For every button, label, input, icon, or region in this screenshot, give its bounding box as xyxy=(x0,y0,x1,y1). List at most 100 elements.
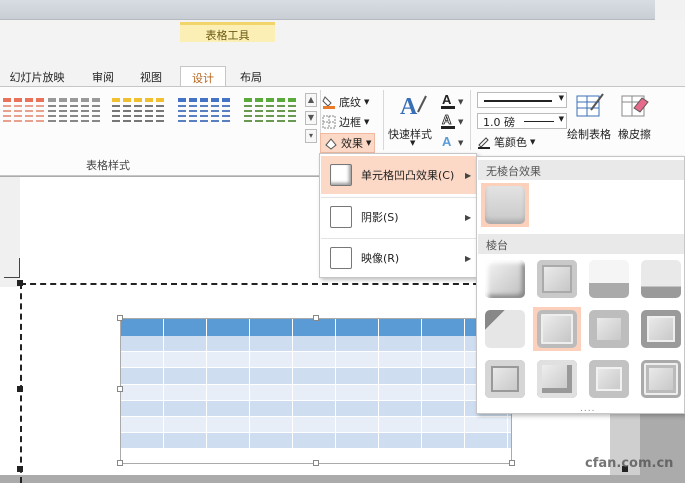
resize-handle[interactable] xyxy=(17,466,23,472)
eraser-icon[interactable] xyxy=(620,92,650,120)
ribbon-separator xyxy=(383,90,384,150)
bevel-swatch xyxy=(589,260,629,298)
pen-weight-line xyxy=(524,121,554,122)
bevel-option-relaxed-inset[interactable] xyxy=(533,257,581,301)
menu-item-label: 阴影(S) xyxy=(361,211,399,224)
resize-handle[interactable] xyxy=(17,280,23,286)
text-outline-icon[interactable]: A ▼ xyxy=(440,112,466,130)
border-button[interactable]: 边框 ▼ xyxy=(322,113,369,131)
table-row xyxy=(121,384,511,401)
svg-text:▼: ▼ xyxy=(458,98,464,106)
draw-table-icon[interactable] xyxy=(575,92,605,120)
gallery-more-icon[interactable]: ▾ xyxy=(305,129,317,143)
pen-style-line xyxy=(484,100,552,102)
bevel-swatch xyxy=(641,310,681,348)
menu-item-label: 映像(R) xyxy=(361,252,400,265)
window-control-area[interactable] xyxy=(655,0,685,20)
menu-item-shadow[interactable]: 阴影(S) ▶ xyxy=(321,198,476,236)
bevel-option-cross[interactable] xyxy=(585,257,633,301)
svg-text:▼: ▼ xyxy=(458,118,464,126)
shadow-preview-icon xyxy=(330,206,352,228)
chevron-down-icon: ▼ xyxy=(364,118,370,126)
bevel-swatch xyxy=(589,310,629,348)
table-resize-handle[interactable] xyxy=(313,460,319,466)
table-resize-handle[interactable] xyxy=(313,315,319,321)
bevel-swatch xyxy=(589,360,629,398)
table-row xyxy=(121,433,511,450)
text-effect-icon[interactable]: A ▼ xyxy=(440,133,466,151)
bevel-swatch xyxy=(485,260,525,298)
bevel-option-soft-round[interactable] xyxy=(533,307,581,351)
svg-text:▼: ▼ xyxy=(458,139,464,147)
pen-style-dropdown[interactable]: ▼ xyxy=(477,92,567,108)
gallery-scroll-up-icon[interactable]: ▲ xyxy=(305,93,317,107)
context-tab-group-label: 表格工具 xyxy=(180,22,275,42)
bevel-option-riblet[interactable] xyxy=(533,357,581,401)
quick-styles-icon[interactable]: A xyxy=(398,92,428,120)
pen-color-label: 笔颜色 xyxy=(494,136,527,149)
table-style-thumb-red[interactable] xyxy=(0,97,48,141)
bevel-option-hard-edge[interactable] xyxy=(585,357,633,401)
shading-label: 底纹 xyxy=(339,96,361,109)
bevel-option-divot[interactable] xyxy=(481,357,529,401)
submenu-arrow-icon: ▶ xyxy=(465,253,472,263)
bevel-option-art-deco[interactable] xyxy=(637,357,685,401)
shading-button[interactable]: 底纹 ▼ xyxy=(322,93,369,111)
tab-view[interactable]: 视图 xyxy=(134,66,168,86)
tab-design[interactable]: 设计 xyxy=(180,66,226,86)
bevel-option-cool-slant[interactable] xyxy=(637,257,685,301)
svg-text:A: A xyxy=(400,94,418,120)
bevel-option-none[interactable] xyxy=(481,183,529,227)
menu-item-cell-bevel[interactable]: 单元格凹凸效果(C) ▶ xyxy=(321,156,476,194)
border-grid-icon xyxy=(322,115,336,129)
pen-weight-value: 1.0 磅 xyxy=(483,116,515,129)
resize-handle[interactable] xyxy=(17,386,23,392)
table-style-thumb-blue[interactable] xyxy=(176,97,234,141)
gallery-scroll-down-icon[interactable]: ▼ xyxy=(305,111,317,125)
menu-item-reflection[interactable]: 映像(R) ▶ xyxy=(321,239,476,277)
submenu-arrow-icon: ▶ xyxy=(465,212,472,222)
reflection-preview-icon xyxy=(330,247,352,269)
tab-slideshow[interactable]: 幻灯片放映 xyxy=(2,66,72,86)
watermark-text: cfan.com.cn xyxy=(585,456,674,471)
bevel-option-convex[interactable] xyxy=(585,307,633,351)
table-resize-handle[interactable] xyxy=(509,460,515,466)
chevron-down-icon: ▼ xyxy=(364,98,370,106)
svg-text:A: A xyxy=(442,134,452,149)
table-style-thumb-green[interactable] xyxy=(242,97,300,141)
draw-table-label[interactable]: 绘制表格 xyxy=(567,126,611,142)
table-row xyxy=(121,352,511,369)
section-header-no-bevel: 无棱台效果 xyxy=(478,160,684,180)
pen-weight-dropdown[interactable]: 1.0 磅 ▼ xyxy=(477,113,567,129)
bevel-preview-icon xyxy=(330,164,352,186)
menu-item-label: 单元格凹凸效果(C) xyxy=(361,169,455,182)
table-resize-handle[interactable] xyxy=(117,315,123,321)
panel-resize-grip[interactable]: .... xyxy=(580,404,595,414)
bevel-option-circle[interactable] xyxy=(481,257,529,301)
table-row xyxy=(121,416,511,434)
chevron-down-icon: ▼ xyxy=(530,138,536,146)
slide-table[interactable] xyxy=(120,318,512,464)
chevron-down-icon: ▼ xyxy=(558,94,564,102)
table-style-thumb-gray[interactable] xyxy=(46,97,104,141)
bevel-option-slope[interactable] xyxy=(637,307,685,351)
table-resize-handle[interactable] xyxy=(117,460,123,466)
tab-review[interactable]: 审阅 xyxy=(86,66,120,86)
svg-text:A: A xyxy=(442,112,452,127)
bevel-swatch xyxy=(485,186,525,224)
table-style-thumb-gold[interactable] xyxy=(110,97,168,141)
table-row xyxy=(121,336,511,353)
bevel-swatch xyxy=(641,260,681,298)
eraser-label[interactable]: 橡皮擦 xyxy=(618,126,651,142)
tab-layout[interactable]: 布局 xyxy=(230,66,272,86)
text-fill-icon[interactable]: A ▼ xyxy=(440,92,466,110)
effects-button[interactable]: 效果 ▼ xyxy=(320,133,376,153)
svg-text:A: A xyxy=(442,92,452,107)
table-resize-handle[interactable] xyxy=(117,386,123,392)
pen-color-button[interactable]: 笔颜色 ▼ xyxy=(477,133,535,151)
chevron-down-icon[interactable]: ▼ xyxy=(410,139,415,147)
bevel-swatch xyxy=(537,310,577,348)
table-row xyxy=(121,400,511,417)
bevel-option-angle[interactable] xyxy=(481,307,529,351)
slide-corner-marker xyxy=(4,258,20,278)
